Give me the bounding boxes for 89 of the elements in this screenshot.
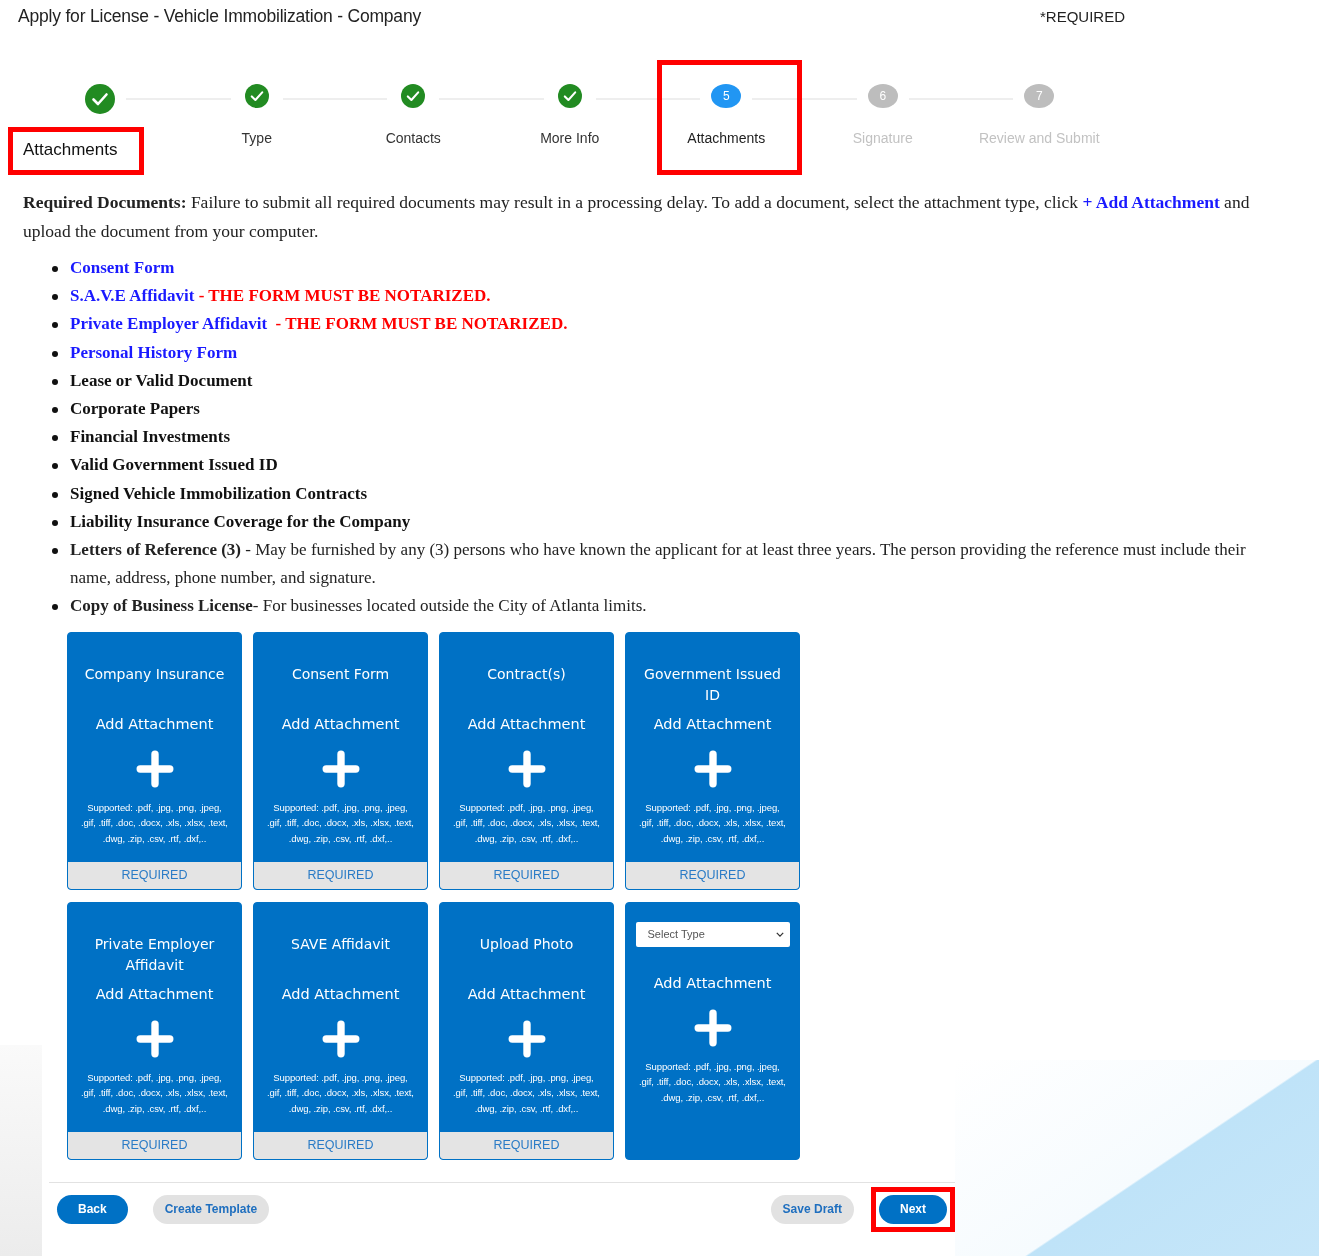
notarize-warning: - THE FORM MUST BE NOTARIZED. (274, 314, 568, 334)
document-description: Letters of Reference (3) - May be furnished by any (3) persons who have known the applicant for at least three years. The person providing the reference must include their name, address, phone number, and signature. (70, 539, 1247, 590)
plus-icon[interactable] (693, 749, 732, 788)
add-attachment-label[interactable]: Add Attachment (95, 985, 214, 1002)
bullet-icon (52, 548, 58, 555)
document-name: Liability Insurance Coverage for the Company (70, 510, 411, 533)
document-name: Signed Vehicle Immobilization Contracts (70, 482, 368, 505)
attachment-type: Private Employer Affidavit (93, 934, 216, 975)
supported-formats: Supported: .pdf, .jpg, .png, .jpeg, .gif, .tiff, .doc, .docx, .xls, .xlsx, .text, .dwg, .zip, .csv, .rtf, .dxf,.. (80, 800, 229, 846)
required-label: REQUIRED (440, 1131, 613, 1159)
add-attachment-label[interactable]: Add Attachment (653, 974, 772, 991)
add-attachment-label[interactable]: Add Attachment (281, 715, 400, 732)
plus-icon[interactable] (321, 1019, 360, 1058)
attachment-card[interactable]: Private Employer Affidavit Add Attachment Supported: .pdf, .jpg, .png, .jpeg, .gif, .tiff, .doc, .docx, .xls, .xlsx, .text, .dwg, .zip, .csv, .rtf, .dxf,.. REQUIRED (67, 901, 242, 1160)
bullet-icon (52, 294, 58, 301)
page-title: Apply for License - Vehicle Immobilization - Company (18, 6, 421, 27)
attachment-card[interactable]: Government Issued ID Add Attachment Supported: .pdf, .jpg, .png, .jpeg, .gif, .tiff, .doc, .docx, .xls, .xlsx, .text, .dwg, .zip, .csv, .rtf, .dxf,.. REQUIRED (625, 631, 800, 890)
secondary-button[interactable]: Save Draft (770, 1194, 854, 1224)
instructions-text: Required Documents: Failure to submit all required documents may result in a processing delay. To add a document, select the attachment type, click + Add Attachment and upload the document from your computer. (23, 191, 1251, 243)
attachment-type: Company Insurance (83, 664, 226, 684)
supported-formats: Supported: .pdf, .jpg, .png, .jpeg, .gif, .tiff, .doc, .docx, .xls, .xlsx, .text, .dwg, .zip, .csv, .rtf, .dxf,.. (638, 1059, 787, 1105)
attachment-card[interactable]: Contract(s) Add Attachment Supported: .pdf, .jpg, .png, .jpeg, .gif, .tiff, .doc, .docx, .xls, .xlsx, .text, .dwg, .zip, .csv, .rtf, .dxf,.. REQUIRED (439, 631, 614, 890)
bullet-icon (52, 378, 58, 385)
supported-formats: Supported: .pdf, .jpg, .png, .jpeg, .gif, .tiff, .doc, .docx, .xls, .xlsx, .text, .dwg, .zip, .csv, .rtf, .dxf,.. (452, 800, 601, 846)
supported-formats: Supported: .pdf, .jpg, .png, .jpeg, .gif, .tiff, .doc, .docx, .xls, .xlsx, .text, .dwg, .zip, .csv, .rtf, .dxf,.. (80, 1070, 229, 1116)
add-attachment-label[interactable]: Add Attachment (95, 715, 214, 732)
plus-icon[interactable] (135, 749, 174, 788)
supported-formats: Supported: .pdf, .jpg, .png, .jpeg, .gif, .tiff, .doc, .docx, .xls, .xlsx, .text, .dwg, .zip, .csv, .rtf, .dxf,.. (266, 800, 415, 846)
document-link[interactable]: Personal History Form (70, 342, 238, 362)
document-link[interactable]: Consent Form (70, 258, 175, 277)
required-note: *REQUIRED (1040, 8, 1125, 27)
attachment-card[interactable]: Consent Form Add Attachment Supported: .pdf, .jpg, .png, .jpeg, .gif, .tiff, .doc, .docx, .xls, .xlsx, .text, .dwg, .zip, .csv, .rtf, .dxf,.. REQUIRED (253, 631, 428, 890)
required-label: REQUIRED (68, 1131, 241, 1159)
bullet-icon (52, 463, 58, 470)
document-name: Valid Government Issued ID (70, 454, 278, 477)
primary-button[interactable]: Next (879, 1194, 947, 1224)
plus-icon[interactable] (135, 1019, 174, 1058)
add-attachment-label[interactable]: Add Attachment (467, 715, 586, 732)
plus-icon[interactable] (507, 749, 546, 788)
required-label: REQUIRED (254, 861, 427, 889)
document-name: Corporate Papers (70, 398, 200, 420)
bullet-icon (52, 407, 58, 413)
step-label[interactable]: Type (241, 130, 272, 146)
document-description: Copy of Business License- For businesses located outside the City of Atlanta limits. (70, 595, 647, 618)
plus-icon[interactable] (693, 1008, 732, 1047)
plus-icon[interactable] (507, 1019, 546, 1058)
required-label: REQUIRED (626, 861, 799, 889)
bullet-icon (52, 350, 58, 357)
required-label: REQUIRED (68, 861, 241, 889)
document-name: Financial Investments (70, 426, 231, 449)
secondary-button[interactable]: Create Template (152, 1194, 270, 1224)
required-label: REQUIRED (440, 861, 613, 889)
step-label[interactable]: More Info (540, 130, 600, 146)
step-label[interactable]: Contacts (385, 130, 441, 146)
bullet-icon (52, 322, 58, 329)
attachment-type: Contract(s) (486, 664, 567, 684)
attachment-type: SAVE Affidavit (290, 934, 391, 954)
document-link[interactable]: Private Employer Affidavit (70, 314, 268, 334)
attachment-card[interactable]: Company Insurance Add Attachment Supported: .pdf, .jpg, .png, .jpeg, .gif, .tiff, .doc, .docx, .xls, .xlsx, .text, .dwg, .zip, .csv, .rtf, .dxf,.. REQUIRED (67, 631, 242, 890)
plus-icon[interactable] (321, 749, 360, 788)
bullet-icon (52, 491, 58, 498)
bullet-icon (52, 519, 58, 526)
bullet-icon (52, 266, 58, 272)
document-link[interactable]: S.A.V.E Affidavit (70, 286, 195, 306)
attachment-type: Consent Form (290, 664, 391, 684)
bullet-icon (52, 435, 58, 442)
step-number[interactable]: 5 (711, 84, 742, 108)
required-label: REQUIRED (254, 1131, 427, 1159)
add-attachment-label[interactable]: Add Attachment (281, 985, 400, 1002)
attachment-card[interactable]: Upload Photo Add Attachment Supported: .pdf, .jpg, .png, .jpeg, .gif, .tiff, .doc, .docx, .xls, .xlsx, .text, .dwg, .zip, .csv, .rtf, .dxf,.. REQUIRED (439, 901, 614, 1160)
section-heading: Attachments (8, 127, 144, 175)
notarize-warning: - THE FORM MUST BE NOTARIZED. (198, 286, 491, 306)
document-name: Lease or Valid Document (70, 369, 253, 392)
bullet-icon (52, 604, 58, 611)
attachment-card[interactable]: Select Type Add Attachment Supported: .pdf, .jpg, .png, .jpeg, .gif, .tiff, .doc, .docx, .xls, .xlsx, .text, .dwg, .zip, .csv, .rtf, .dxf,.. (625, 901, 800, 1160)
attachment-card[interactable]: SAVE Affidavit Add Attachment Supported: .pdf, .jpg, .png, .jpeg, .gif, .tiff, .doc, .docx, .xls, .xlsx, .text, .dwg, .zip, .csv, .rtf, .dxf,.. REQUIRED (253, 901, 428, 1160)
supported-formats: Supported: .pdf, .jpg, .png, .jpeg, .gif, .tiff, .doc, .docx, .xls, .xlsx, .text, .dwg, .zip, .csv, .rtf, .dxf,.. (266, 1070, 415, 1116)
attachment-type: Government Issued ID (643, 664, 782, 705)
step-label[interactable]: Attachments (687, 130, 766, 146)
check-icon[interactable] (85, 84, 116, 114)
add-attachment-link[interactable]: + Add Attachment (1082, 192, 1220, 212)
supported-formats: Supported: .pdf, .jpg, .png, .jpeg, .gif, .tiff, .doc, .docx, .xls, .xlsx, .text, .dwg, .zip, .csv, .rtf, .dxf,.. (638, 800, 787, 846)
primary-button[interactable]: Back (57, 1194, 128, 1224)
add-attachment-label[interactable]: Add Attachment (467, 985, 586, 1002)
add-attachment-label[interactable]: Add Attachment (653, 715, 772, 732)
type-select[interactable]: Select Type (635, 921, 790, 947)
supported-formats: Supported: .pdf, .jpg, .png, .jpeg, .gif, .tiff, .doc, .docx, .xls, .xlsx, .text, .dwg, .zip, .csv, .rtf, .dxf,.. (452, 1070, 601, 1116)
chevron-down-icon (775, 931, 784, 937)
attachment-type: Upload Photo (478, 934, 575, 954)
